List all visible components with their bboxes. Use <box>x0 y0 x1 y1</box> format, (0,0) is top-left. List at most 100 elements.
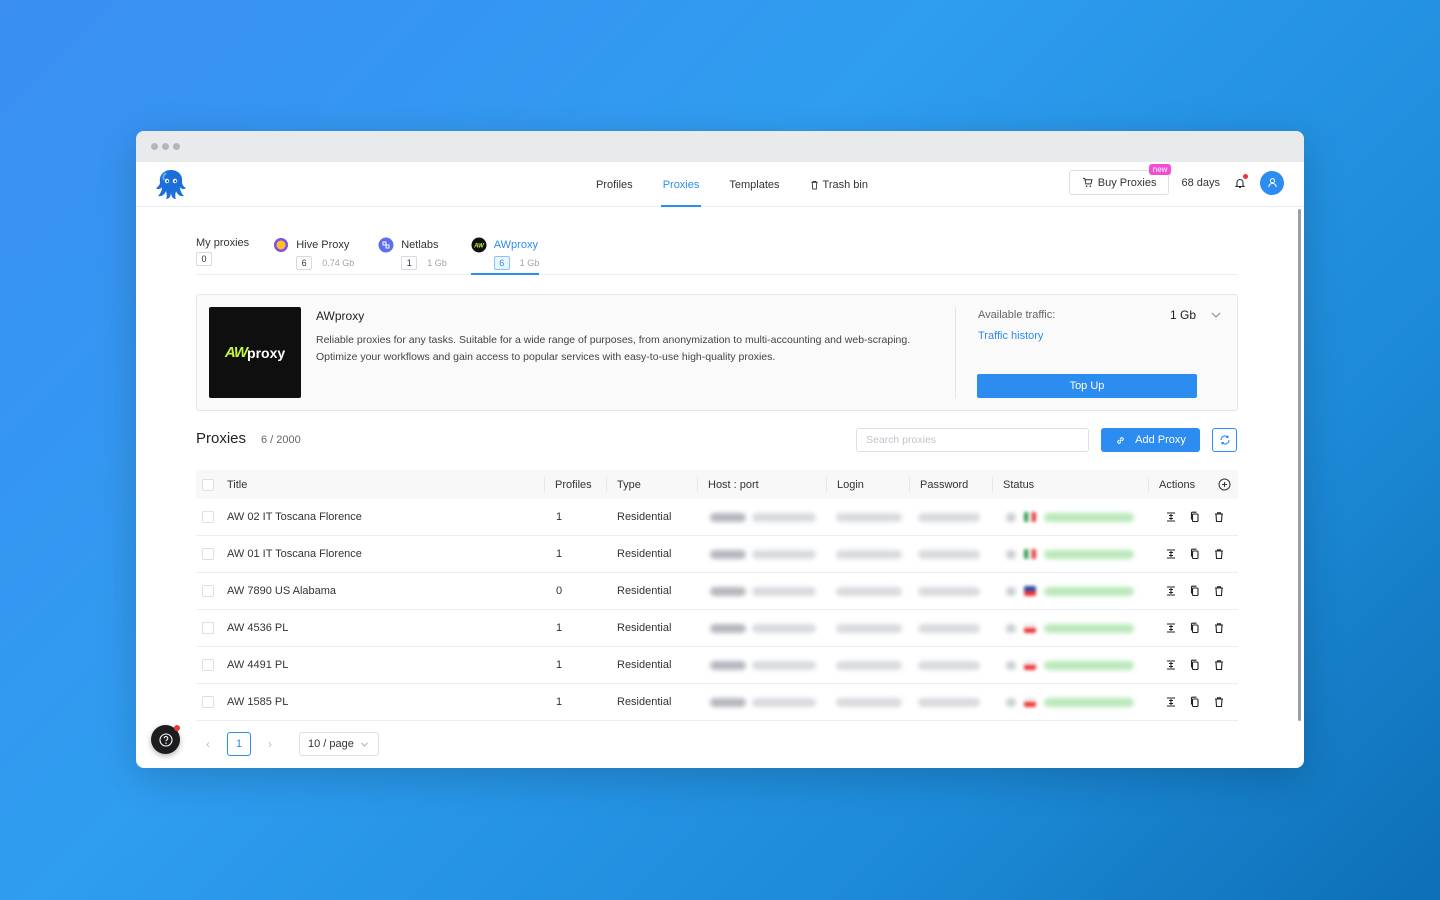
column-header-password[interactable]: Password <box>909 470 968 499</box>
status-cell <box>1006 684 1134 720</box>
proxy-title-cell: AW 02 IT Toscana Florence <box>227 499 362 535</box>
proxy-title-cell: AW 01 IT Toscana Florence <box>227 536 362 572</box>
copy-icon[interactable] <box>1188 584 1202 598</box>
row-select-cell <box>202 647 214 683</box>
copy-icon[interactable] <box>1188 510 1202 524</box>
provider-tab-hive-proxy[interactable]: Hive Proxy 6 0.74 Gb <box>273 207 378 274</box>
prev-page-icon[interactable]: ‹ <box>196 732 220 756</box>
info-divider <box>955 307 956 398</box>
column-header-label: Status <box>1003 478 1035 491</box>
column-header-host-port[interactable]: Host : port <box>697 470 759 499</box>
table-row[interactable]: AW 4491 PL 1 Residential <box>196 647 1238 684</box>
proxy-profiles: 1 <box>556 696 563 708</box>
row-checkbox[interactable] <box>202 585 214 597</box>
buy-proxies-button[interactable]: Buy Proxies new <box>1068 164 1172 195</box>
column-header-label: Login <box>837 478 864 491</box>
copy-icon[interactable] <box>1188 621 1202 635</box>
scrollbar[interactable] <box>1298 209 1301 721</box>
select-all-checkbox[interactable] <box>202 478 214 491</box>
page-size-select[interactable]: 10 / page <box>299 732 379 756</box>
user-avatar[interactable] <box>1260 170 1284 195</box>
next-page-icon[interactable]: › <box>258 732 282 756</box>
redacted-password <box>918 549 980 559</box>
login-cell <box>836 684 902 720</box>
provider-tab-my-proxies[interactable]: My proxies 0 <box>196 207 273 274</box>
column-header-type[interactable]: Type <box>606 470 641 499</box>
row-select-cell <box>202 684 214 720</box>
column-header-login[interactable]: Login <box>826 470 864 499</box>
delete-icon[interactable] <box>1212 695 1226 709</box>
proxies-count: 6 / 2000 <box>261 434 301 446</box>
help-button[interactable] <box>151 725 180 754</box>
proxy-type: Residential <box>617 548 672 560</box>
window-dot[interactable] <box>151 143 158 150</box>
edit-icon[interactable] <box>1164 547 1178 561</box>
table-row[interactable]: AW 1585 PL 1 Residential <box>196 684 1238 721</box>
proxy-profiles: 0 <box>556 585 563 597</box>
delete-icon[interactable] <box>1212 658 1226 672</box>
row-checkbox[interactable] <box>202 696 214 708</box>
table-row[interactable]: AW 7890 US Alabama 0 Residential <box>196 573 1238 610</box>
refresh-button[interactable] <box>1212 428 1237 452</box>
row-checkbox[interactable] <box>202 511 214 523</box>
delete-icon[interactable] <box>1212 621 1226 635</box>
column-header-title[interactable]: Title <box>227 470 247 499</box>
add-proxy-button[interactable]: Add Proxy <box>1101 428 1200 452</box>
proxy-type-cell: Residential <box>617 536 671 572</box>
delete-icon[interactable] <box>1212 510 1226 524</box>
notifications-button[interactable] <box>1232 173 1248 191</box>
proxy-title: AW 1585 PL <box>227 696 289 708</box>
edit-icon[interactable] <box>1164 658 1178 672</box>
window-dot[interactable] <box>162 143 169 150</box>
traffic-history-link[interactable]: Traffic history <box>978 330 1043 342</box>
row-checkbox[interactable] <box>202 622 214 634</box>
edit-icon[interactable] <box>1164 695 1178 709</box>
password-cell <box>918 684 980 720</box>
redacted-host <box>710 512 746 522</box>
provider-tab-label: Netlabs <box>401 239 439 251</box>
nav-templates[interactable]: Templates <box>714 162 794 207</box>
provider-tab-head: AW AWproxy <box>471 237 540 253</box>
proxy-profiles-cell: 1 <box>556 610 562 646</box>
table-row[interactable]: AW 01 IT Toscana Florence 1 Residential <box>196 536 1238 573</box>
copy-icon[interactable] <box>1188 695 1202 709</box>
copy-icon[interactable] <box>1188 658 1202 672</box>
delete-icon[interactable] <box>1212 547 1226 561</box>
table-row[interactable]: AW 02 IT Toscana Florence 1 Residential <box>196 499 1238 536</box>
password-cell <box>918 573 980 609</box>
chevron-down-icon[interactable] <box>1210 309 1222 321</box>
redacted-password <box>918 660 980 670</box>
column-header-status[interactable]: Status <box>992 470 1034 499</box>
page-number[interactable]: 1 <box>227 732 251 756</box>
column-header-profiles[interactable]: Profiles <box>544 470 592 499</box>
row-checkbox[interactable] <box>202 548 214 560</box>
nav-trash-bin[interactable]: Trash bin <box>795 162 883 207</box>
table-row[interactable]: AW 4536 PL 1 Residential <box>196 610 1238 647</box>
octopus-logo-icon[interactable] <box>154 168 188 200</box>
delete-icon[interactable] <box>1212 584 1226 598</box>
add-column-button[interactable] <box>1218 470 1231 499</box>
page-size-value: 10 / page <box>308 738 354 750</box>
provider-tab-netlabs[interactable]: Netlabs 1 1 Gb <box>378 207 471 274</box>
column-header-label: Actions <box>1159 478 1196 491</box>
proxy-title: AW 7890 US Alabama <box>227 585 337 597</box>
column-header-actions[interactable]: Actions <box>1148 470 1195 499</box>
edit-icon[interactable] <box>1164 510 1178 524</box>
redacted-host <box>710 660 746 670</box>
edit-icon[interactable] <box>1164 584 1178 598</box>
provider-tab-awproxy[interactable]: AW AWproxy 6 1 Gb <box>470 207 564 275</box>
edit-icon[interactable] <box>1164 621 1178 635</box>
status-dot <box>1006 549 1016 559</box>
proxy-profiles: 1 <box>556 548 563 560</box>
top-up-button[interactable]: Top Up <box>977 374 1197 398</box>
row-actions <box>1164 573 1226 609</box>
status-cell <box>1006 573 1134 609</box>
host-port-cell <box>710 610 816 646</box>
search-proxies-input[interactable] <box>856 428 1089 452</box>
row-checkbox[interactable] <box>202 659 214 671</box>
column-header-label: Title <box>227 478 248 491</box>
copy-icon[interactable] <box>1188 547 1202 561</box>
nav-profiles[interactable]: Profiles <box>581 162 648 207</box>
nav-proxies[interactable]: Proxies <box>648 162 715 207</box>
window-dot[interactable] <box>173 143 180 150</box>
